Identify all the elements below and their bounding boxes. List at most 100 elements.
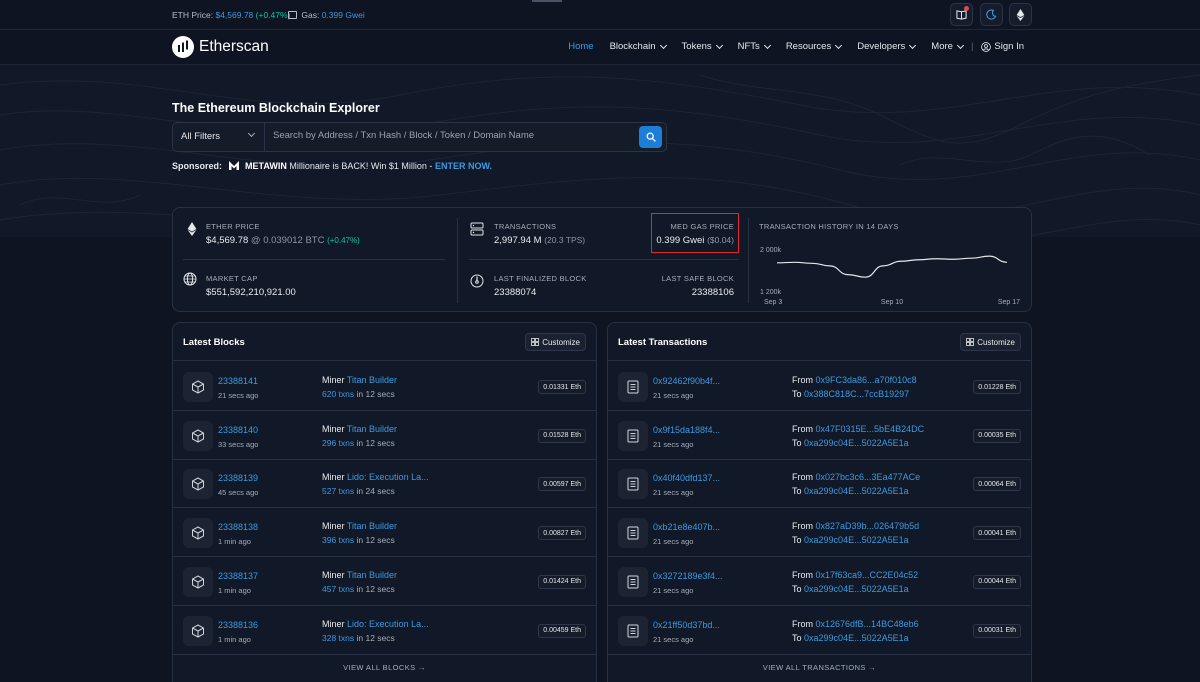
ether-price-usd[interactable]: $4,569.78 bbox=[206, 235, 248, 246]
transaction-doc-icon bbox=[618, 615, 648, 646]
miner-link[interactable]: Titan Builder bbox=[347, 521, 397, 531]
nav-more[interactable]: More bbox=[931, 41, 964, 52]
tx-hash-link[interactable]: 0x9f15da188f4... bbox=[653, 425, 720, 435]
block-number-link[interactable]: 23388140 bbox=[218, 425, 258, 435]
transaction-doc-icon bbox=[618, 469, 648, 500]
network-stats-card: ETHER PRICE $4,569.78 @ 0.039012 BTC (+0… bbox=[172, 207, 1032, 312]
tx-value-badge: 0.01228 Eth bbox=[973, 380, 1021, 394]
block-time: 1 min ago bbox=[218, 537, 251, 547]
block-number-link[interactable]: 23388138 bbox=[218, 522, 258, 532]
sign-in-link[interactable]: Sign In bbox=[981, 41, 1024, 52]
miner-link[interactable]: Titan Builder bbox=[347, 375, 397, 385]
sponsored-banner: Sponsored: METAWIN Millionaire is BACK! … bbox=[172, 161, 492, 171]
nav-developers[interactable]: Developers bbox=[857, 41, 917, 52]
to-address-link[interactable]: 0xa299c04E...5022A5E1a bbox=[804, 438, 909, 448]
txns-link[interactable]: 620 txns bbox=[322, 389, 354, 399]
ether-price-btc: @ 0.039012 BTC bbox=[250, 235, 325, 246]
latest-transactions-title: Latest Transactions bbox=[618, 337, 708, 348]
search-bar: All Filters bbox=[172, 122, 667, 152]
market-cap-stat: MARKET CAP $551,592,210,921.00 bbox=[206, 274, 296, 298]
chart-y-tick-label: 2 000k bbox=[760, 247, 782, 254]
from-address-link[interactable]: 0x47F0315E...5bE4B24DC bbox=[816, 424, 925, 434]
tx-hash-link[interactable]: 0x21ff50d37bd... bbox=[653, 620, 720, 630]
txns-link[interactable]: 527 txns bbox=[322, 486, 354, 496]
miner-link[interactable]: Lido: Execution La... bbox=[347, 619, 429, 629]
view-all-transactions-link[interactable]: VIEW ALL TRANSACTIONS → bbox=[608, 663, 1031, 672]
last-safe-block-stat[interactable]: LAST SAFE BLOCK 23388106 bbox=[662, 274, 734, 298]
from-address-link[interactable]: 0x12676dfB...14BC48eb6 bbox=[816, 619, 919, 629]
tx-time: 21 secs ago bbox=[653, 439, 694, 449]
gas-link[interactable]: 0.399 Gwei bbox=[322, 10, 365, 20]
search-button[interactable] bbox=[639, 126, 662, 148]
view-all-blocks-link[interactable]: VIEW ALL BLOCKS → bbox=[173, 663, 596, 672]
txns-link[interactable]: 457 txns bbox=[322, 584, 354, 594]
block-row: 23388138 1 min ago Miner Titan Builder 396 … bbox=[173, 508, 596, 558]
notifications-button[interactable] bbox=[950, 3, 973, 26]
nav-nfts[interactable]: NFTs bbox=[738, 41, 771, 52]
ether-price-change: (+0.47%) bbox=[327, 236, 360, 245]
from-address-link[interactable]: 0x9FC3da86...a70f010c8 bbox=[816, 375, 917, 385]
block-miner: Miner Lido: Execution La... bbox=[322, 472, 429, 483]
to-address-link[interactable]: 0xa299c04E...5022A5E1a bbox=[804, 535, 909, 545]
tx-hash-link[interactable]: 0x40f40dfd137... bbox=[653, 473, 720, 483]
chevron-down-icon bbox=[763, 41, 771, 49]
from-address-link[interactable]: 0x827aD39b...026479b5d bbox=[816, 521, 920, 531]
transaction-row: 0x92462f90b4f... 21 secs ago From 0x9FC3da… bbox=[608, 362, 1031, 411]
from-address-link[interactable]: 0x17f63ca9...CC2E04c52 bbox=[816, 570, 919, 580]
transaction-history-chart[interactable]: 2 000k 1 200k Sep 3 Sep 10 Sep 17 bbox=[757, 236, 1023, 306]
miner-link[interactable]: Lido: Execution La... bbox=[347, 472, 429, 482]
customize-blocks-button[interactable]: Customize bbox=[525, 333, 586, 351]
block-number-link[interactable]: 23388137 bbox=[218, 571, 258, 581]
miner-link[interactable]: Titan Builder bbox=[347, 424, 397, 434]
tx-value-badge: 0.00044 Eth bbox=[973, 574, 1021, 589]
tx-hash-link[interactable]: 0x92462f90b4f... bbox=[653, 376, 720, 386]
txns-link[interactable]: 328 txns bbox=[322, 633, 354, 643]
eth-price-link[interactable]: $4,569.78 bbox=[215, 10, 253, 20]
block-reward-badge: 0.00597 Eth bbox=[538, 477, 586, 492]
block-number-link[interactable]: 23388139 bbox=[218, 473, 258, 483]
ethereum-icon bbox=[1016, 8, 1025, 21]
transaction-row: 0x9f15da188f4... 21 secs ago From 0x47F031… bbox=[608, 411, 1031, 460]
block-row: 23388139 45 secs ago Miner Lido: Execution… bbox=[173, 459, 596, 509]
txns-link[interactable]: 396 txns bbox=[322, 535, 354, 545]
block-row: 23388140 33 secs ago Miner Titan Builder 29… bbox=[173, 411, 596, 460]
miner-link[interactable]: Titan Builder bbox=[347, 570, 397, 580]
transactions-stat[interactable]: TRANSACTIONS 2,997.94 M (20.3 TPS) bbox=[494, 222, 585, 246]
finalized-block-label: LAST FINALIZED BLOCK bbox=[494, 274, 587, 283]
logo-text: Etherscan bbox=[199, 38, 269, 55]
network-switch-button[interactable] bbox=[1009, 3, 1032, 26]
theme-toggle-button[interactable] bbox=[980, 3, 1003, 26]
txns-link[interactable]: 296 txns bbox=[322, 438, 354, 448]
search-input[interactable] bbox=[273, 130, 633, 141]
nav-blockchain[interactable]: Blockchain bbox=[610, 41, 667, 52]
tx-hash-link[interactable]: 0xb21e8e407b... bbox=[653, 522, 720, 532]
gauge-icon bbox=[470, 274, 484, 288]
block-txns: 527 txns in 24 secs bbox=[322, 486, 395, 497]
block-number-link[interactable]: 23388136 bbox=[218, 620, 258, 630]
top-handle bbox=[532, 0, 562, 2]
last-finalized-block-stat[interactable]: LAST FINALIZED BLOCK 23388074 bbox=[494, 274, 587, 298]
tx-value-badge: 0.00064 Eth bbox=[973, 477, 1021, 492]
block-time: 21 secs ago bbox=[218, 391, 259, 400]
block-cube-icon bbox=[183, 420, 213, 451]
to-address-link[interactable]: 0xa299c04E...5022A5E1a bbox=[804, 584, 909, 594]
customize-transactions-button[interactable]: Customize bbox=[960, 333, 1021, 351]
to-address-link[interactable]: 0xa299c04E...5022A5E1a bbox=[804, 486, 909, 496]
nav-resources[interactable]: Resources bbox=[786, 41, 843, 52]
tx-hash-link[interactable]: 0x3272189e3f4... bbox=[653, 571, 723, 581]
nav-tokens[interactable]: Tokens bbox=[682, 41, 723, 52]
transaction-history-chart-title: TRANSACTION HISTORY IN 14 DAYS bbox=[759, 222, 899, 231]
etherscan-logo[interactable]: Etherscan bbox=[172, 36, 269, 58]
to-address-link[interactable]: 0xa299c04E...5022A5E1a bbox=[804, 633, 909, 643]
eth-price-change: (+0.47%) bbox=[255, 10, 291, 20]
nav-home[interactable]: Home bbox=[568, 41, 593, 52]
block-cube-icon bbox=[183, 469, 213, 500]
to-address-link[interactable]: 0x388C818C...7ccB19297 bbox=[804, 389, 909, 399]
latest-transactions-header: Latest Transactions Customize bbox=[608, 323, 1031, 361]
block-number-link[interactable]: 23388141 bbox=[218, 376, 258, 386]
sponsor-cta-link[interactable]: ENTER NOW. bbox=[435, 161, 492, 171]
from-address-link[interactable]: 0x027bc3c6...3Ea477ACe bbox=[816, 472, 921, 482]
search-filter-select[interactable]: All Filters bbox=[173, 123, 265, 151]
block-txns: 296 txns in 12 secs bbox=[322, 437, 395, 448]
tx-time: 21 secs ago bbox=[653, 634, 694, 644]
